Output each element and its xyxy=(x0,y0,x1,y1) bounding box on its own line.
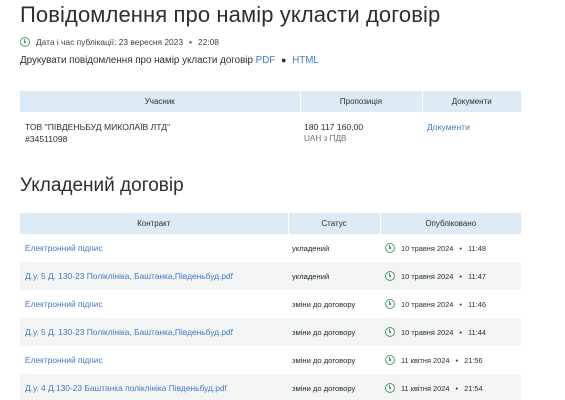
offer-currency: UAH з ПДВ xyxy=(304,134,347,143)
published-date-value: 11 квітня 2024 xyxy=(401,383,450,393)
print-notice-row: Друкувати повідомлення про намір укласти… xyxy=(20,55,319,66)
contract-row: Д.у. 5 Д. 130-23 Поліклініка, Баштанка,П… xyxy=(20,262,521,290)
published-date-value: 10 травня 2024 xyxy=(401,299,454,309)
participant-cell: ТОВ "ПІВДЕНЬБУД МИКОЛАЇВ ЛТД" #34511098 xyxy=(20,112,300,160)
participants-table-header: Учасник Пропозиція Документи xyxy=(20,91,521,112)
clock-icon xyxy=(385,271,395,281)
clock-icon xyxy=(20,37,30,47)
published-time-value: 21:56 xyxy=(464,355,483,365)
separator-dot: • xyxy=(459,243,462,253)
contract-status: зміни до договору xyxy=(292,355,356,365)
contract-file-link[interactable]: Електронний підпис xyxy=(25,299,103,309)
print-pdf-link[interactable]: PDF xyxy=(256,55,276,66)
clock-icon xyxy=(385,383,395,393)
participant-row: ТОВ "ПІВДЕНЬБУД МИКОЛАЇВ ЛТД" #34511098 … xyxy=(20,112,521,160)
separator-dot: • xyxy=(455,383,459,393)
published-time-value: 11:48 xyxy=(467,243,486,253)
separator-dot: • xyxy=(459,271,462,281)
contract-file-link[interactable]: Електронний підпис xyxy=(25,243,103,253)
participant-name: ТОВ "ПІВДЕНЬБУД МИКОЛАЇВ ЛТД" xyxy=(25,122,171,132)
published-date-value: 11 квітня 2024 xyxy=(401,355,450,365)
published-time-value: 11:47 xyxy=(467,271,486,281)
publication-date-label: Дата і час публікації: 23 вересня 2023 xyxy=(36,37,183,47)
published-date-value: 10 травня 2024 xyxy=(401,271,454,281)
participants-table: Учасник Пропозиція Документи ТОВ "ПІВДЕН… xyxy=(20,91,521,160)
contract-row: Електронний підпис зміни до договору 10 … xyxy=(20,290,521,318)
contract-file-link[interactable]: Д.у. 4 Д.130-23 Баштанка поліклініка Пів… xyxy=(25,383,227,393)
published-date: 11 квітня 2024 • 21:56 xyxy=(385,355,521,365)
documents-link[interactable]: Документи xyxy=(427,122,470,132)
contract-row: Д.у. 5 Д. 130-23 Поліклініка, Баштанка,П… xyxy=(20,318,521,346)
published-date-value: 10 травня 2024 xyxy=(401,243,454,253)
contract-status: укладений xyxy=(292,243,330,253)
section-title-contract: Укладений договір xyxy=(20,175,184,196)
contract-status: укладений xyxy=(288,262,380,290)
contract-row: Д.у. 4 Д.130-23 Баштанка поліклініка Пів… xyxy=(20,374,521,400)
separator-dot: • xyxy=(459,299,462,309)
separator-dot: • xyxy=(455,355,459,365)
contract-file-link[interactable]: Електронний підпис xyxy=(25,355,103,365)
published-date: 11 квітня 2024 • 21:54 xyxy=(385,383,521,393)
separator-dot: • xyxy=(189,37,192,47)
documents-cell: Документи xyxy=(422,112,521,160)
published-time-value: 21:54 xyxy=(464,383,483,393)
contract-file-link[interactable]: Д.у. 5 Д. 130-23 Поліклініка, Баштанка,П… xyxy=(25,327,233,337)
published-date-value: 10 травня 2024 xyxy=(401,327,454,337)
contract-status: зміни до договору xyxy=(288,318,380,346)
participant-code: #34511098 xyxy=(25,134,68,144)
column-header-contract: Контракт xyxy=(20,213,289,234)
contract-row: Електронний підпис зміни до договору 11 … xyxy=(20,346,521,374)
offer-amount: 180 117 160,00 xyxy=(304,122,364,132)
offer-cell: 180 117 160,00 UAH з ПДВ xyxy=(300,112,422,160)
published-time-value: 11:46 xyxy=(467,299,486,309)
column-header-offer: Пропозиція xyxy=(300,91,423,112)
contract-table-header: Контракт Статус Опубліковано xyxy=(20,213,521,234)
published-date: 10 травня 2024 • 11:46 xyxy=(385,299,521,309)
published-date: 10 травня 2024 • 11:48 xyxy=(385,243,521,253)
column-header-participant: Учасник xyxy=(20,91,301,112)
publication-time: 22:08 xyxy=(197,37,219,47)
print-html-link[interactable]: HTML xyxy=(292,55,319,66)
separator-bullet: ● xyxy=(281,55,287,65)
contract-status: зміни до договору xyxy=(292,299,356,309)
publication-date: Дата і час публікації: 23 вересня 2023 •… xyxy=(20,37,219,47)
print-notice-label: Друкувати повідомлення про намір укласти… xyxy=(20,55,253,66)
clock-icon xyxy=(385,299,395,309)
contract-row: Електронний підпис укладений 10 травня 2… xyxy=(20,234,521,262)
clock-icon xyxy=(385,327,395,337)
column-header-status: Статус xyxy=(288,213,381,234)
separator-dot: • xyxy=(459,327,462,337)
page-title: Повідомлення про намір укласти договір xyxy=(20,2,441,27)
contract-status: зміни до договору xyxy=(288,374,380,400)
published-date: 10 травня 2024 • 11:47 xyxy=(385,271,521,281)
published-date: 10 травня 2024 • 11:44 xyxy=(385,327,521,337)
clock-icon xyxy=(385,243,395,253)
column-header-documents: Документи xyxy=(422,91,521,112)
column-header-published: Опубліковано xyxy=(380,213,521,234)
contract-file-link[interactable]: Д.у. 5 Д. 130-23 Поліклініка, Баштанка,П… xyxy=(25,271,233,281)
clock-icon xyxy=(385,355,395,365)
contract-table: Контракт Статус Опубліковано Електронний… xyxy=(20,213,521,400)
published-time-value: 11:44 xyxy=(467,327,486,337)
